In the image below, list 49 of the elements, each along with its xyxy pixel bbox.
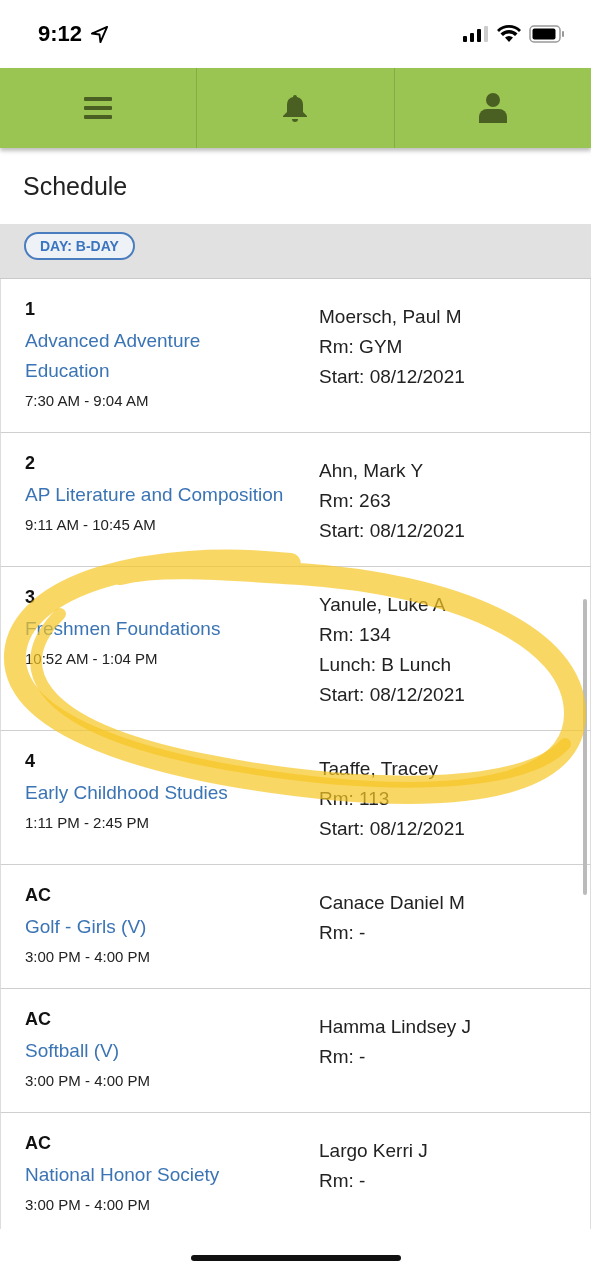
course-link[interactable]: Golf - Girls (V) <box>25 912 287 942</box>
class-detail: Start: 08/12/2021 <box>319 817 465 841</box>
class-detail: Start: 08/12/2021 <box>319 683 465 707</box>
class-detail: Rm: - <box>319 1045 367 1069</box>
period-label: AC <box>25 1008 52 1030</box>
notifications-button[interactable] <box>197 68 395 148</box>
day-badge: DAY: B-DAY <box>24 232 135 260</box>
class-detail: Taaffe, Tracey <box>319 757 439 781</box>
course-link[interactable]: Softball (V) <box>25 1036 287 1066</box>
period-label: 3 <box>25 586 36 608</box>
class-time: 1:11 PM - 2:45 PM <box>25 813 150 833</box>
user-icon <box>478 93 507 123</box>
class-detail: Rm: 263 <box>319 489 392 513</box>
period-label: AC <box>25 884 52 906</box>
class-detail: Rm: GYM <box>319 335 404 359</box>
course-link[interactable]: Early Childhood Studies <box>25 778 287 808</box>
menu-button[interactable] <box>0 68 198 148</box>
class-time: 7:30 AM - 9:04 AM <box>25 391 150 411</box>
class-detail: Ahn, Mark Y <box>319 459 425 483</box>
course-link[interactable]: Advanced Adventure Education <box>25 326 287 386</box>
period-label: 4 <box>25 750 36 772</box>
class-detail: Moersch, Paul M <box>319 305 463 329</box>
class-detail: Start: 08/12/2021 <box>319 365 465 389</box>
wifi-icon <box>497 25 521 43</box>
class-time: 9:11 AM - 10:45 AM <box>25 515 157 535</box>
class-detail: Largo Kerri J <box>319 1139 428 1163</box>
class-detail: Rm: - <box>319 921 367 945</box>
class-detail: Start: 08/12/2021 <box>319 519 465 543</box>
period-label: 1 <box>25 298 36 320</box>
class-time: 3:00 PM - 4:00 PM <box>25 1071 152 1091</box>
location-arrow-icon <box>90 24 110 44</box>
class-time: 3:00 PM - 4:00 PM <box>25 947 152 967</box>
battery-icon <box>529 25 565 43</box>
class-detail: Rm: - <box>319 1169 367 1193</box>
period-label: 2 <box>25 452 36 474</box>
class-detail: Lunch: B Lunch <box>319 653 453 677</box>
page-title: Schedule <box>23 171 128 201</box>
class-time: 3:00 PM - 4:00 PM <box>25 1195 152 1215</box>
class-detail: Hamma Lindsey J <box>319 1015 472 1039</box>
class-detail: Rm: 134 <box>319 623 392 647</box>
class-detail: Canace Daniel M <box>319 891 465 915</box>
course-link[interactable]: AP Literature and Composition <box>25 480 287 510</box>
profile-button[interactable] <box>394 68 591 148</box>
signal-icon <box>463 26 489 42</box>
bell-icon <box>282 93 309 123</box>
course-link[interactable]: National Honor Society <box>25 1160 287 1190</box>
menu-icon <box>84 97 113 119</box>
status-time: 9:12 <box>38 21 83 47</box>
period-label: AC <box>25 1132 52 1154</box>
